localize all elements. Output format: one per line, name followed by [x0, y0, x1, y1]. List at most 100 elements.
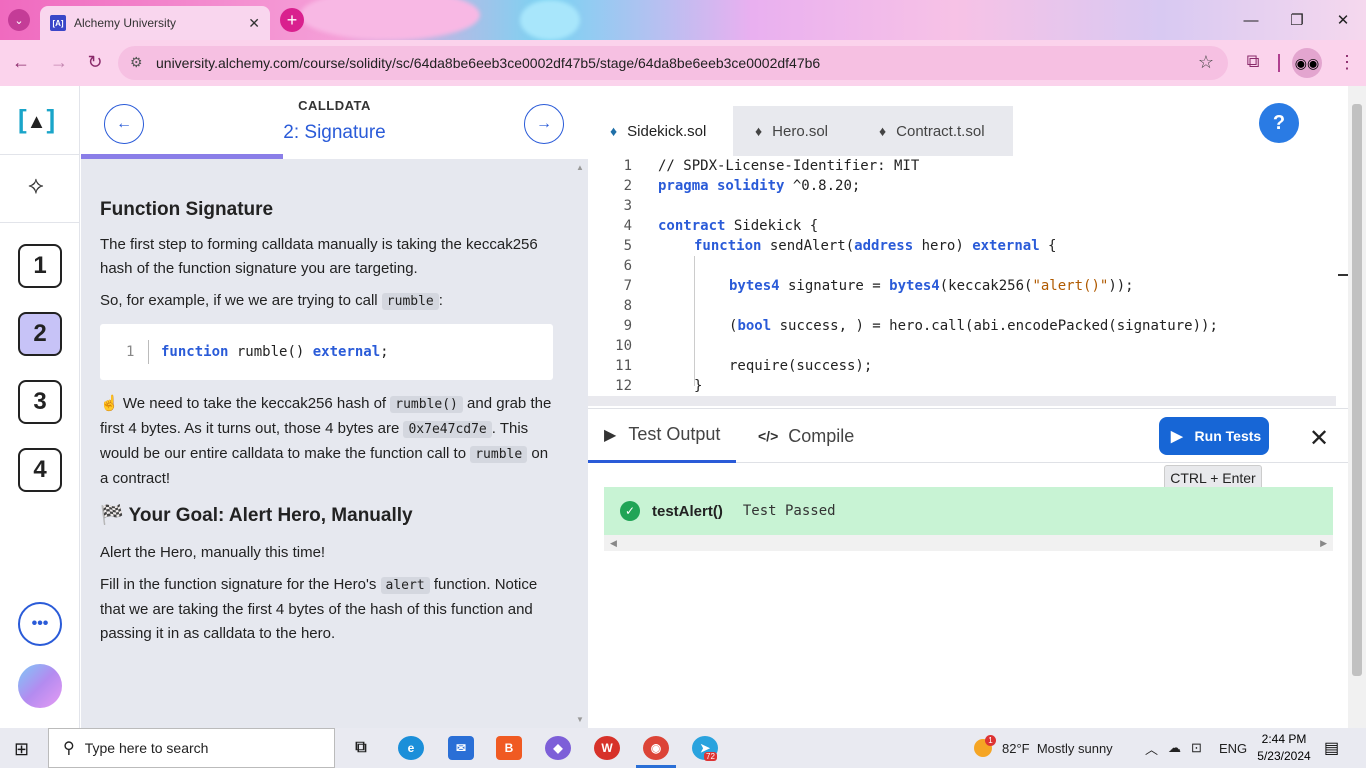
ethereum-icon: ♦ [879, 123, 887, 139]
edge-icon[interactable]: e [398, 736, 424, 760]
browser-menu-icon[interactable]: ⋮ [1336, 52, 1358, 73]
tab-contract-test[interactable]: ♦ Contract.t.sol [857, 106, 1013, 156]
wps-icon[interactable]: W [594, 736, 620, 760]
paragraph-4: Alert the Hero, manually this time! [100, 544, 326, 561]
code-line: function sendAlert(address hero) externa… [694, 238, 1057, 254]
help-button[interactable]: ? [1259, 103, 1299, 143]
taskbar-search[interactable]: ⚲ Type here to search [48, 728, 335, 768]
tab-sidekick[interactable]: ♦ Sidekick.sol [588, 106, 733, 156]
lesson-content: Function Signature The first step to for… [81, 159, 572, 728]
notifications-icon[interactable]: ▤ [1324, 738, 1339, 758]
browser-tab-active[interactable]: [A] Alchemy University ✕ [40, 6, 270, 40]
more-options-button[interactable]: ••• [18, 602, 62, 646]
inline-code: rumble [381, 293, 439, 310]
clock[interactable]: 2:44 PM 5/23/2024 [1252, 731, 1316, 765]
stage-4-button[interactable]: 4 [18, 448, 62, 492]
tab-compile[interactable]: </> Compile [758, 409, 854, 463]
close-window-icon[interactable]: ✕ [1320, 0, 1366, 40]
editor-hscrollbar[interactable] [588, 396, 1336, 406]
stage-title: 2: Signature [283, 122, 386, 143]
code-line: // SPDX-License-Identifier: MIT [658, 158, 920, 174]
checkered-flag-icon: 🏁 [100, 505, 124, 526]
section-title: CALLDATA [298, 98, 371, 113]
mail-icon[interactable]: ✉ [448, 736, 474, 760]
new-tab-button[interactable]: + [280, 8, 304, 32]
indent-guide [694, 256, 695, 386]
left-rail: [▲] ⟡ 1 2 3 4 ••• [0, 86, 80, 728]
task-view-icon[interactable]: ⧉ [348, 736, 374, 760]
code-editor[interactable]: 1// SPDX-License-Identifier: MIT 2 pragma… [588, 156, 1336, 406]
lesson-header: ← CALLDATA 2: Signature → [81, 86, 588, 156]
tab-title: Alchemy University [74, 16, 177, 30]
close-tab-icon[interactable]: ✕ [248, 15, 260, 32]
paragraph-1: The first step to forming calldata manua… [100, 236, 538, 277]
paragraph-2: So, for example, if we we are trying to … [100, 292, 443, 310]
brave-icon[interactable]: B [496, 736, 522, 760]
next-stage-button[interactable]: → [524, 104, 564, 144]
chevron-up-icon: ︿ [1145, 741, 1159, 757]
toolbar-divider [1278, 54, 1280, 72]
address-bar[interactable]: ⚙ university.alchemy.com/course/solidity… [118, 46, 1228, 80]
sun-icon: 1 [974, 735, 996, 757]
tab-search-icon[interactable]: ⌄ [8, 9, 30, 31]
windows-taskbar: ⊞ ⚲ Type here to search ⧉ e ✉ B ◆ W ◉ ➤ … [0, 728, 1366, 768]
minimize-icon[interactable]: — [1228, 0, 1274, 40]
close-panel-icon[interactable]: ✕ [1309, 424, 1329, 453]
point-up-icon: ☝️ [100, 395, 119, 412]
code-line: bytes4 signature = bytes4(keccak256("ale… [729, 278, 1134, 294]
ethereum-icon: ♦ [755, 123, 763, 139]
goal-heading: 🏁 Your Goal: Alert Hero, Manually [100, 505, 413, 526]
test-name: testAlert() [652, 502, 723, 520]
rail-divider [0, 154, 80, 155]
search-icon: ⚲ [63, 740, 75, 757]
profile-avatar-icon[interactable]: ◉◉ [1292, 48, 1322, 78]
course-map-icon[interactable]: ⟡ [28, 172, 44, 200]
ethereum-icon: ♦ [610, 123, 618, 139]
reload-icon[interactable]: ↻ [84, 52, 106, 73]
test-result-row: ✓ testAlert() Test Passed [604, 487, 1333, 535]
code-line: pragma solidity ^0.8.20; [658, 178, 861, 194]
back-icon[interactable]: ← [10, 52, 32, 73]
bookmark-star-icon[interactable]: ☆ [1198, 52, 1214, 73]
alchemy-favicon-icon: [A] [50, 15, 66, 31]
play-icon: ▶ [604, 426, 617, 444]
code-line-number: 1 [126, 344, 135, 360]
tab-test-output[interactable]: ▶ Test Output [588, 409, 737, 463]
extensions-icon[interactable]: ⧉ [1242, 51, 1264, 72]
browser-tab-strip: ⌄ [A] Alchemy University ✕ + — ❐ ✕ [0, 0, 1366, 40]
system-tray[interactable]: ︿ ☁ ⊡ [1145, 728, 1202, 768]
forward-icon[interactable]: → [48, 52, 70, 73]
code-icon: </> [758, 428, 779, 444]
stage-2-button[interactable]: 2 [18, 312, 62, 356]
weather-widget[interactable]: 1 82°F Mostly sunny [974, 728, 1113, 768]
stage-3-button[interactable]: 3 [18, 380, 62, 424]
alchemy-logo[interactable]: [▲] [18, 104, 55, 135]
url-text: university.alchemy.com/course/solidity/s… [156, 55, 821, 71]
network-icon: ⊡ [1191, 740, 1202, 755]
telegram-badge: 72 [704, 752, 717, 761]
tab-hero[interactable]: ♦ Hero.sol [733, 106, 857, 156]
paragraph-5: Fill in the function signature for the H… [100, 576, 538, 642]
page-scrollbar[interactable] [1348, 86, 1366, 728]
paragraph-3: ☝️ We need to take the keccak256 hash of… [100, 395, 552, 487]
code-example: 1 function rumble() external; [100, 324, 553, 380]
lesson-heading: Function Signature [100, 199, 274, 220]
check-icon: ✓ [620, 501, 640, 521]
lesson-scrollbar[interactable]: ▲ ▼ [572, 159, 588, 728]
site-info-icon[interactable]: ⚙ [130, 54, 143, 71]
run-tests-button[interactable]: ▶ Run Tests [1159, 417, 1269, 455]
language-indicator[interactable]: ENG [1219, 728, 1247, 768]
windows-start-icon[interactable]: ⊞ [14, 739, 29, 760]
user-avatar[interactable] [18, 664, 62, 708]
code-line: contract Sidekick { [658, 218, 819, 234]
editor-scroll-marker [1338, 274, 1348, 276]
stage-1-button[interactable]: 1 [18, 244, 62, 288]
code-line: require(success); [729, 358, 873, 374]
rail-divider [0, 222, 80, 223]
chrome-icon[interactable]: ◉ [643, 736, 669, 760]
app-icon[interactable]: ◆ [545, 736, 571, 760]
test-status: Test Passed [742, 503, 836, 519]
code-line: } [694, 378, 703, 394]
restore-icon[interactable]: ❐ [1274, 0, 1320, 40]
output-hscrollbar[interactable]: ◀ ▶ [604, 535, 1333, 551]
